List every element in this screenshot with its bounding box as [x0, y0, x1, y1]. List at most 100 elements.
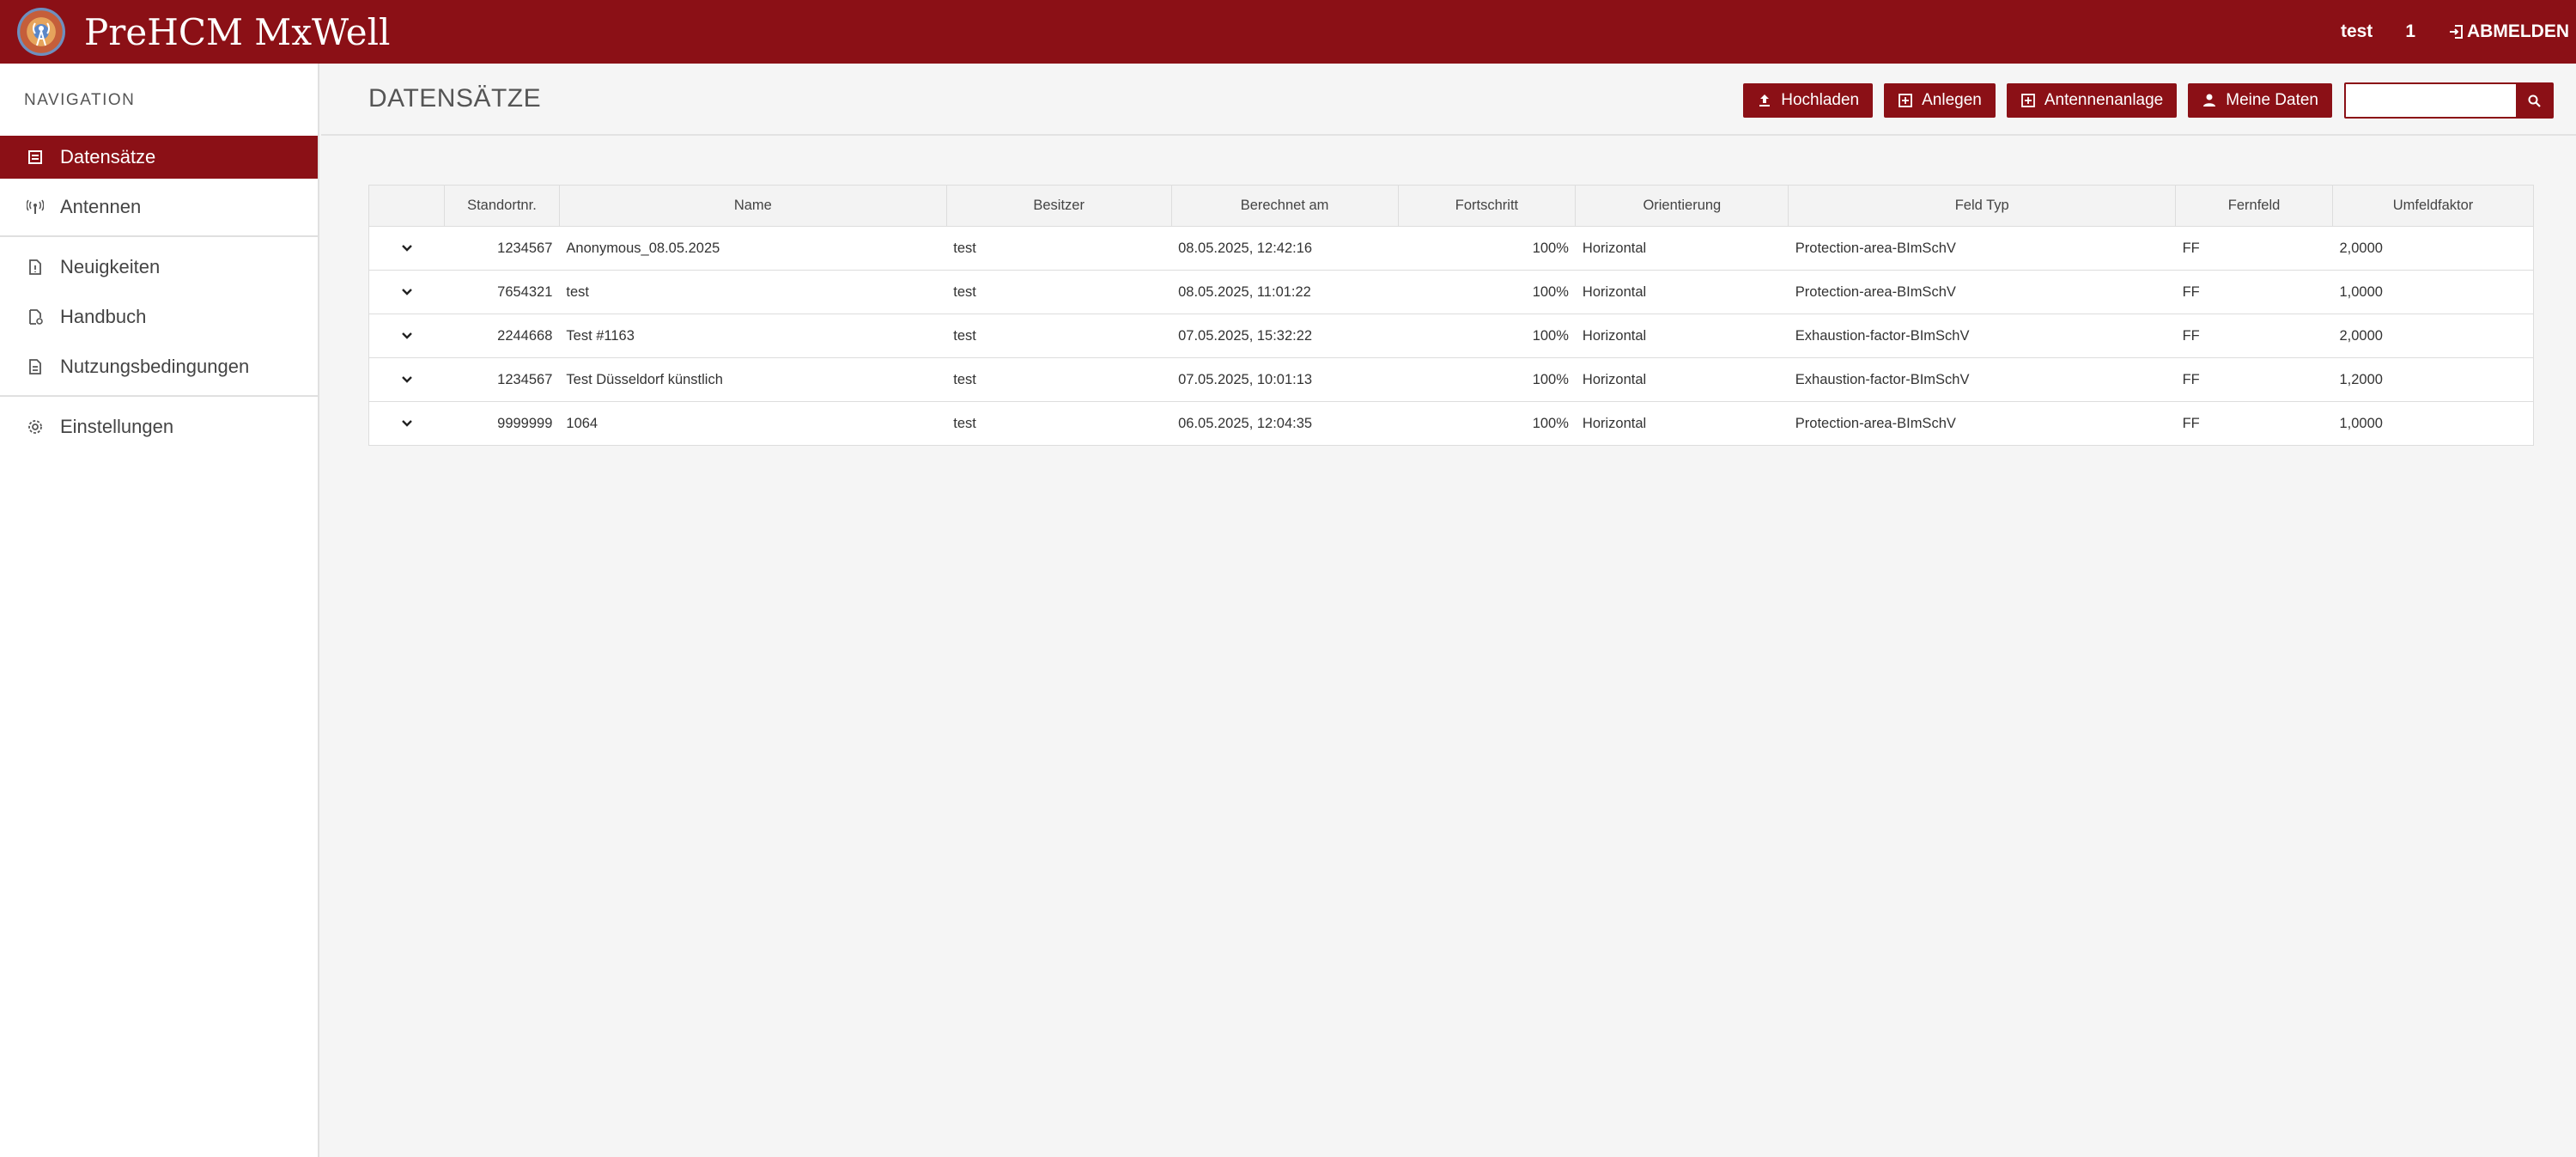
- sidebar: NAVIGATION Datensätze Antennen Neuigkeit…: [0, 64, 319, 1157]
- sidebar-item-nutzungsbedingungen[interactable]: Nutzungsbedingungen: [0, 345, 318, 388]
- column-header-fortschritt[interactable]: Fortschritt: [1397, 185, 1577, 227]
- antenna-logo-icon: [33, 22, 50, 46]
- chevron-down-icon: [401, 245, 412, 252]
- sidebar-item-label: Datensätze: [60, 146, 156, 167]
- cell-standortnr: 9999999: [444, 401, 560, 446]
- expand-row-button[interactable]: [368, 226, 445, 271]
- create-button-label: Anlegen: [1922, 91, 1982, 109]
- cell-fortschritt: 100%: [1398, 357, 1576, 402]
- cell-name: Anonymous_08.05.2025: [559, 226, 947, 271]
- add-box-icon: [2020, 94, 2035, 107]
- sidebar-item-datensaetze[interactable]: Datensätze: [0, 136, 318, 179]
- expand-row-button[interactable]: [368, 357, 445, 402]
- table-header-row: Standortnr. Name Besitzer Berechnet am F…: [368, 185, 2534, 227]
- sidebar-item-neuigkeiten[interactable]: Neuigkeiten: [0, 246, 318, 289]
- search-input[interactable]: [2346, 84, 2516, 117]
- news-icon: [26, 258, 45, 277]
- column-header-feld-typ[interactable]: Feld Typ: [1788, 185, 2177, 227]
- sidebar-item-handbuch[interactable]: Handbuch: [0, 295, 318, 338]
- add-box-icon: [1899, 94, 1913, 107]
- create-button[interactable]: Anlegen: [1884, 83, 1996, 118]
- my-data-button[interactable]: Meine Daten: [2188, 83, 2332, 118]
- list-icon: [26, 148, 45, 167]
- chevron-down-icon: [401, 376, 412, 383]
- manual-icon: [26, 308, 45, 326]
- app-title: PreHCM MxWell: [84, 10, 391, 53]
- person-icon: [2203, 94, 2216, 107]
- upload-button-label: Hochladen: [1781, 91, 1860, 109]
- cell-feld-typ: Protection-area-BImSchV: [1788, 270, 2176, 314]
- chevron-down-icon: [401, 289, 412, 295]
- search-icon: [2528, 94, 2541, 107]
- nav-divider: [0, 395, 318, 397]
- cell-fortschritt: 100%: [1398, 270, 1576, 314]
- expand-row-button[interactable]: [368, 314, 445, 358]
- cell-umfeldfaktor: 2,0000: [2332, 314, 2534, 358]
- cell-fortschritt: 100%: [1398, 226, 1576, 271]
- gear-icon: [26, 417, 45, 436]
- cell-besitzer: test: [946, 314, 1172, 358]
- cell-orientierung: Horizontal: [1575, 270, 1789, 314]
- cell-fernfeld: FF: [2175, 401, 2333, 446]
- cell-standortnr: 1234567: [444, 226, 560, 271]
- antenna-icon: [26, 198, 45, 216]
- cell-name: test: [559, 270, 947, 314]
- cell-fortschritt: 100%: [1398, 314, 1576, 358]
- logout-button[interactable]: ABMELDEN: [2448, 21, 2569, 42]
- column-header-orientierung[interactable]: Orientierung: [1575, 185, 1789, 227]
- cell-umfeldfaktor: 1,0000: [2332, 401, 2534, 446]
- chevron-down-icon: [401, 420, 412, 427]
- cell-besitzer: test: [946, 401, 1172, 446]
- cell-name: Test #1163: [559, 314, 947, 358]
- search-box: [2344, 82, 2554, 119]
- app-logo: [17, 8, 65, 56]
- cell-orientierung: Horizontal: [1575, 314, 1789, 358]
- cell-standortnr: 1234567: [444, 357, 560, 402]
- cell-fernfeld: FF: [2175, 270, 2333, 314]
- cell-umfeldfaktor: 2,0000: [2332, 226, 2534, 271]
- search-button[interactable]: [2516, 84, 2552, 117]
- cell-fernfeld: FF: [2175, 226, 2333, 271]
- cell-berechnet-am: 08.05.2025, 11:01:22: [1171, 270, 1398, 314]
- sidebar-item-antennen[interactable]: Antennen: [0, 186, 318, 228]
- logout-icon: [2450, 25, 2463, 39]
- cell-besitzer: test: [946, 357, 1172, 402]
- expand-row-button[interactable]: [368, 401, 445, 446]
- table-row[interactable]: 1234567 Test Düsseldorf künstlich test 0…: [368, 357, 2534, 402]
- table-row[interactable]: 7654321 test test 08.05.2025, 11:01:22 1…: [368, 270, 2534, 314]
- cell-standortnr: 7654321: [444, 270, 560, 314]
- cell-feld-typ: Exhaustion-factor-BImSchV: [1788, 314, 2176, 358]
- cell-standortnr: 2244668: [444, 314, 560, 358]
- datasets-table: Standortnr. Name Besitzer Berechnet am F…: [368, 185, 2534, 446]
- upload-button[interactable]: Hochladen: [1743, 83, 1874, 118]
- column-header-umfeldfaktor[interactable]: Umfeldfaktor: [2332, 185, 2534, 227]
- main-header: DATENSÄTZE Hochladen Anlegen Antennenanl…: [321, 64, 2576, 136]
- antenna-system-button[interactable]: Antennenanlage: [2006, 83, 2178, 118]
- cell-berechnet-am: 06.05.2025, 12:04:35: [1171, 401, 1398, 446]
- column-header-besitzer[interactable]: Besitzer: [945, 185, 1172, 227]
- cell-fernfeld: FF: [2175, 314, 2333, 358]
- cell-feld-typ: Exhaustion-factor-BImSchV: [1788, 357, 2176, 402]
- cell-orientierung: Horizontal: [1575, 401, 1789, 446]
- sidebar-item-label: Einstellungen: [60, 416, 174, 437]
- notification-count[interactable]: 1: [2405, 21, 2415, 42]
- column-header-berechnet-am[interactable]: Berechnet am: [1170, 185, 1399, 227]
- table-row[interactable]: 1234567 Anonymous_08.05.2025 test 08.05.…: [368, 226, 2534, 271]
- upload-icon: [1759, 94, 1771, 107]
- column-header-standortnr[interactable]: Standortnr.: [443, 185, 560, 227]
- column-header-expand: [368, 185, 445, 227]
- sidebar-item-label: Handbuch: [60, 306, 147, 327]
- terms-icon: [26, 357, 45, 376]
- cell-berechnet-am: 07.05.2025, 15:32:22: [1171, 314, 1398, 358]
- column-header-name[interactable]: Name: [558, 185, 947, 227]
- cell-feld-typ: Protection-area-BImSchV: [1788, 226, 2176, 271]
- expand-row-button[interactable]: [368, 270, 445, 314]
- sidebar-item-einstellungen[interactable]: Einstellungen: [0, 405, 318, 448]
- nav-divider: [0, 235, 318, 237]
- cell-feld-typ: Protection-area-BImSchV: [1788, 401, 2176, 446]
- cell-berechnet-am: 07.05.2025, 10:01:13: [1171, 357, 1398, 402]
- table-row[interactable]: 2244668 Test #1163 test 07.05.2025, 15:3…: [368, 314, 2534, 358]
- table-row[interactable]: 9999999 1064 test 06.05.2025, 12:04:35 1…: [368, 401, 2534, 446]
- column-header-fernfeld[interactable]: Fernfeld: [2175, 185, 2333, 227]
- current-user[interactable]: test: [2341, 21, 2372, 42]
